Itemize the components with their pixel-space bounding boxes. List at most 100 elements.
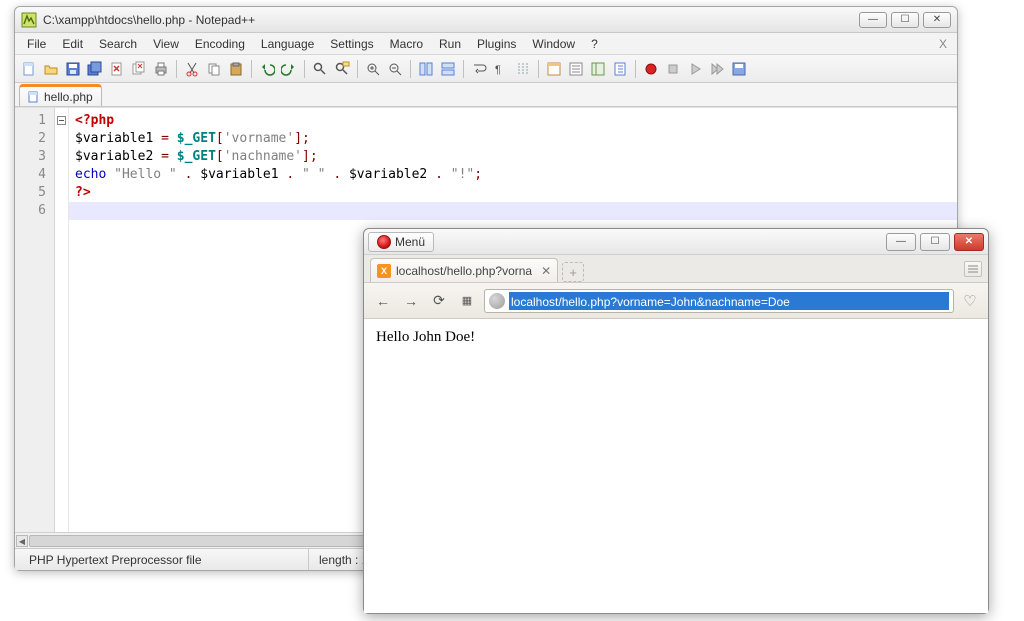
find-icon[interactable] — [310, 59, 330, 79]
code-token: $variable1 — [200, 167, 278, 182]
maximize-button[interactable]: ☐ — [920, 233, 950, 251]
titlebar[interactable]: C:\xampp\htdocs\hello.php - Notepad++ — … — [15, 7, 957, 33]
menu-language[interactable]: Language — [253, 35, 322, 53]
line-number-gutter: 1 2 3 4 5 6 — [15, 108, 55, 532]
print-icon[interactable] — [151, 59, 171, 79]
code-token: [ — [216, 149, 224, 164]
menu-window[interactable]: Window — [524, 35, 583, 53]
lineno: 1 — [15, 112, 54, 130]
url-text[interactable]: localhost/hello.php?vorname=John&nachnam… — [509, 292, 949, 310]
favicon-icon: X — [377, 264, 391, 278]
minimize-button[interactable]: — — [859, 12, 887, 28]
panel-toggle-icon[interactable] — [964, 261, 982, 277]
macro-playmulti-icon[interactable] — [707, 59, 727, 79]
code-token: <?php — [75, 113, 114, 128]
sync-v-icon[interactable] — [416, 59, 436, 79]
code-token: . — [279, 167, 302, 182]
bookmark-heart-icon[interactable]: ♡ — [960, 291, 980, 311]
toolbar: ¶ — [15, 55, 957, 83]
menu-edit[interactable]: Edit — [54, 35, 91, 53]
paste-icon[interactable] — [226, 59, 246, 79]
copy-icon[interactable] — [204, 59, 224, 79]
menu-run[interactable]: Run — [431, 35, 469, 53]
opera-window: Menü — ☐ ✕ X localhost/hello.php?vorna ✕… — [363, 228, 989, 614]
macro-stop-icon[interactable] — [663, 59, 683, 79]
browser-tab[interactable]: X localhost/hello.php?vorna ✕ — [370, 258, 558, 282]
replace-icon[interactable] — [332, 59, 352, 79]
close-button[interactable]: ✕ — [954, 233, 984, 251]
toolbar-separator — [410, 60, 411, 78]
menu-view[interactable]: View — [145, 35, 187, 53]
toolbar-separator — [538, 60, 539, 78]
current-line — [69, 202, 957, 220]
lineno: 6 — [15, 202, 54, 220]
zoom-in-icon[interactable] — [363, 59, 383, 79]
code-token: $variable1 — [75, 131, 153, 146]
macro-record-icon[interactable] — [641, 59, 661, 79]
new-tab-button[interactable]: + — [562, 262, 584, 282]
undo-icon[interactable] — [257, 59, 277, 79]
code-token: = — [153, 149, 176, 164]
cut-icon[interactable] — [182, 59, 202, 79]
toolbar-separator — [304, 60, 305, 78]
code-token: "Hello " — [114, 167, 177, 182]
opera-menu-button[interactable]: Menü — [368, 232, 434, 252]
save-all-icon[interactable] — [85, 59, 105, 79]
close-button[interactable]: ✕ — [923, 12, 951, 28]
macro-play-icon[interactable] — [685, 59, 705, 79]
func-list-icon[interactable] — [566, 59, 586, 79]
tab-title: localhost/hello.php?vorna — [396, 264, 532, 278]
code-token: = — [153, 131, 176, 146]
tab-close-icon[interactable]: ✕ — [541, 264, 551, 278]
globe-icon — [489, 293, 505, 309]
redo-icon[interactable] — [279, 59, 299, 79]
doc-list-icon[interactable] — [610, 59, 630, 79]
show-all-chars-icon[interactable]: ¶ — [491, 59, 511, 79]
toolbar-separator — [635, 60, 636, 78]
wrap-icon[interactable] — [469, 59, 489, 79]
indent-guide-icon[interactable] — [513, 59, 533, 79]
code-token: "!" — [451, 167, 474, 182]
menu-help[interactable]: ? — [583, 35, 606, 53]
toolbar-separator — [463, 60, 464, 78]
document-tab[interactable]: hello.php — [19, 84, 102, 106]
opera-toolbar: ← → ⟳ ▦ localhost/hello.php?vorname=John… — [364, 283, 988, 319]
opera-window-controls: — ☐ ✕ — [886, 233, 984, 251]
back-button[interactable]: ← — [372, 290, 394, 312]
close-all-icon[interactable] — [129, 59, 149, 79]
macro-save-icon[interactable] — [729, 59, 749, 79]
folder-panel-icon[interactable] — [588, 59, 608, 79]
forward-button[interactable]: → — [400, 290, 422, 312]
lineno: 4 — [15, 166, 54, 184]
code-token: ]; — [302, 149, 318, 164]
sync-h-icon[interactable] — [438, 59, 458, 79]
status-filetype: PHP Hypertext Preprocessor file — [19, 549, 309, 570]
opera-titlebar[interactable]: Menü — ☐ ✕ — [364, 229, 988, 255]
menu-macro[interactable]: Macro — [382, 35, 431, 53]
lineno: 5 — [15, 184, 54, 202]
menu-search[interactable]: Search — [91, 35, 145, 53]
page-output: Hello John Doe! — [376, 329, 475, 345]
lineno: 3 — [15, 148, 54, 166]
code-token: $variable2 — [349, 167, 427, 182]
maximize-button[interactable]: ☐ — [891, 12, 919, 28]
menu-plugins[interactable]: Plugins — [469, 35, 524, 53]
menu-settings[interactable]: Settings — [322, 35, 381, 53]
open-file-icon[interactable] — [41, 59, 61, 79]
doc-map-icon[interactable] — [544, 59, 564, 79]
app-icon — [21, 12, 37, 28]
reload-button[interactable]: ⟳ — [428, 290, 450, 312]
zoom-out-icon[interactable] — [385, 59, 405, 79]
minimize-button[interactable]: — — [886, 233, 916, 251]
fold-toggle-icon[interactable] — [57, 116, 66, 125]
menu-file[interactable]: File — [19, 35, 54, 53]
menu-encoding[interactable]: Encoding — [187, 35, 253, 53]
menubar-close-button[interactable]: X — [933, 37, 953, 51]
close-file-icon[interactable] — [107, 59, 127, 79]
scroll-left-icon[interactable]: ◀ — [16, 535, 28, 547]
speed-dial-button[interactable]: ▦ — [456, 290, 478, 312]
new-file-icon[interactable] — [19, 59, 39, 79]
svg-text:¶: ¶ — [495, 64, 501, 76]
save-icon[interactable] — [63, 59, 83, 79]
address-bar[interactable]: localhost/hello.php?vorname=John&nachnam… — [484, 289, 954, 313]
